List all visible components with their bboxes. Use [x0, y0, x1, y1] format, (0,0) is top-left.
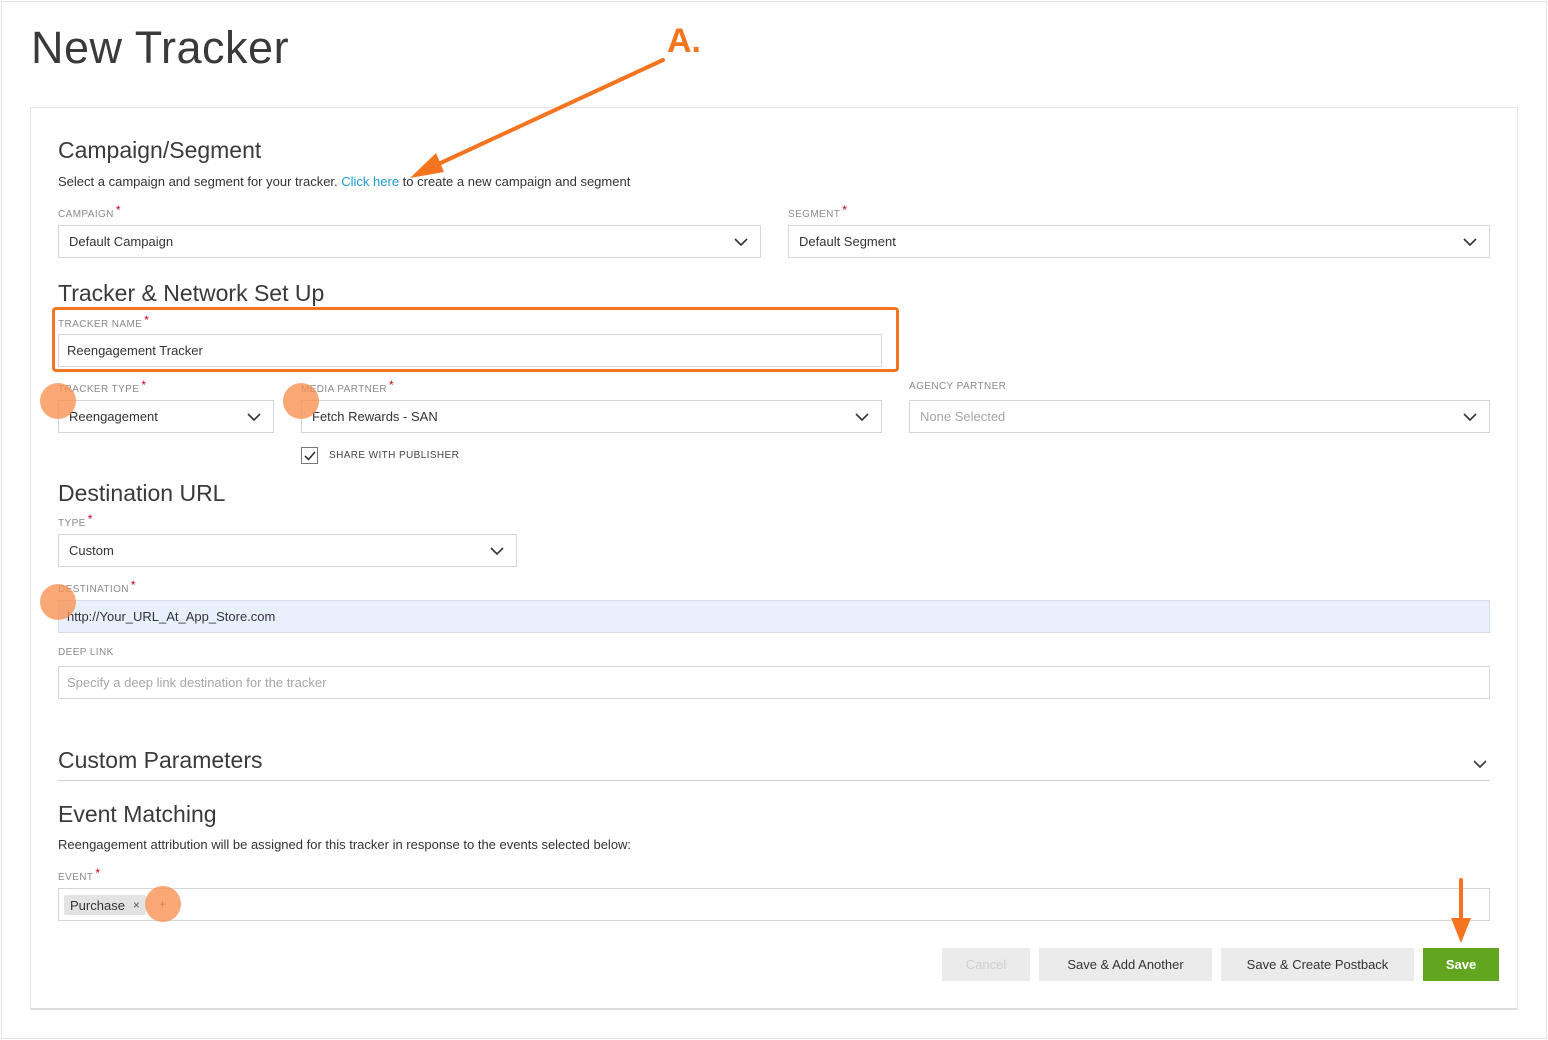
annotation-arrows: [410, 58, 1471, 943]
arrow-to-save-icon: [1451, 878, 1471, 943]
arrow-to-click-here-icon: [410, 58, 665, 178]
